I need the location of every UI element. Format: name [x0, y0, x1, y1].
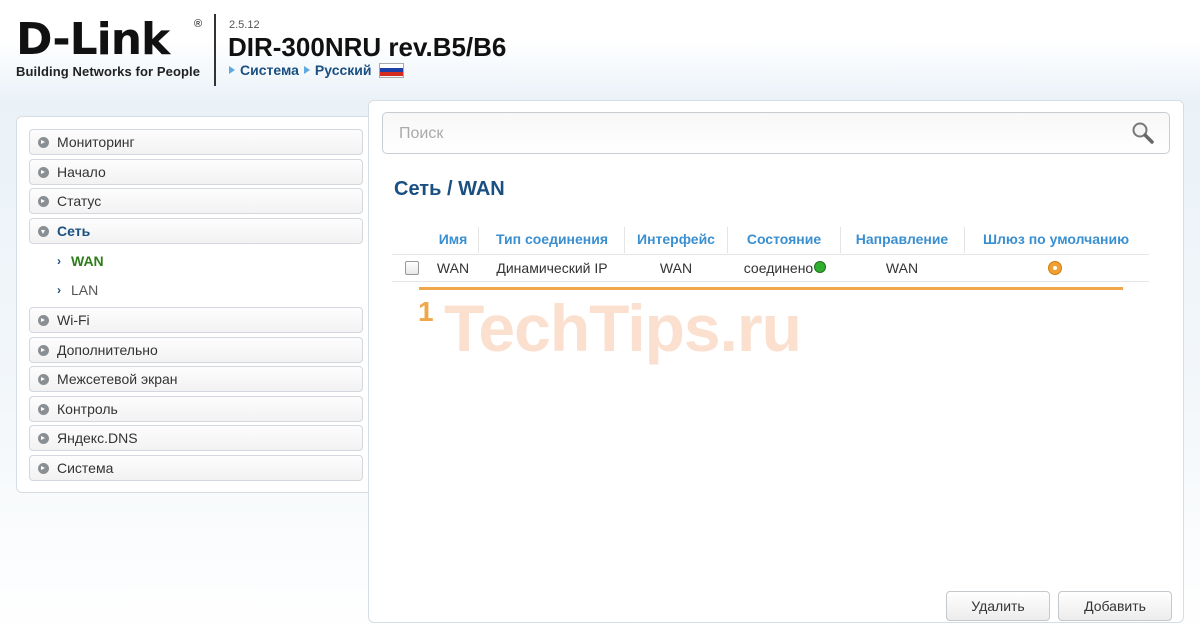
cell-state: соединено: [730, 255, 840, 281]
sidebar-item-label: Мониторинг: [57, 134, 135, 150]
cell-connection-type: Динамический IP: [496, 260, 608, 276]
registered-mark: ®: [194, 18, 203, 30]
sidebar-item-wifi[interactable]: Wi-Fi: [29, 307, 363, 333]
default-gateway-radio[interactable]: [1048, 261, 1062, 275]
sidebar-subitem-label: LAN: [71, 282, 99, 298]
sidebar-item-start[interactable]: Начало: [29, 159, 363, 185]
sidebar-item-network[interactable]: Сеть: [29, 218, 363, 244]
table-row[interactable]: WAN Динамический IP WAN соединено WAN: [392, 254, 1149, 282]
sidebar-item-firewall[interactable]: Межсетевой экран: [29, 366, 363, 392]
arrow-bullet-icon: [38, 136, 49, 148]
sidebar-item-label: Межсетевой экран: [57, 371, 178, 387]
logo-tagline: Building Networks for People: [16, 64, 201, 79]
chevron-right-icon: ›: [57, 254, 61, 268]
sidebar-item-label: Система: [57, 460, 114, 476]
breadcrumb-system[interactable]: Система: [240, 62, 299, 78]
device-model: DIR-300NRU rev.B5/B6: [228, 32, 507, 62]
russian-flag-icon[interactable]: [378, 62, 404, 78]
delete-button[interactable]: Удалить: [946, 591, 1050, 621]
search-box: [382, 112, 1170, 155]
watermark: TechTips.ru: [444, 291, 802, 365]
annotation-number: 1: [418, 296, 434, 327]
arrow-bullet-icon: [38, 195, 49, 207]
arrow-bullet-icon: [38, 373, 49, 385]
dlink-logo: D-Link ® Building Networks for People: [16, 14, 203, 80]
add-button[interactable]: Добавить: [1058, 591, 1172, 621]
sidebar-menu: Мониторинг Начало Статус Сеть › WAN › LAN …: [16, 116, 378, 493]
arrow-bullet-icon: [38, 432, 49, 444]
sidebar-item-monitoring[interactable]: Мониторинг: [29, 129, 363, 155]
table-header: Имя Тип соединения Интерфейс Состояние Н…: [392, 225, 1149, 253]
arrow-bullet-icon: [38, 462, 49, 474]
column-header-direction: Направление: [855, 231, 949, 247]
sidebar-item-label: Сеть: [57, 223, 91, 239]
column-divider: [478, 227, 479, 253]
sidebar-item-control[interactable]: Контроль: [29, 396, 363, 422]
breadcrumb-arrow-icon: [303, 66, 310, 74]
state-text: соединено: [743, 260, 814, 276]
arrow-bullet-icon: [38, 166, 49, 178]
sidebar-item-advanced[interactable]: Дополнительно: [29, 337, 363, 363]
search-icon[interactable]: [1131, 121, 1155, 150]
column-header-default-gateway: Шлюз по умолчанию: [982, 231, 1130, 247]
cell-name: WAN: [436, 260, 470, 276]
sidebar-subitem-label: WAN: [71, 253, 104, 269]
firmware-version: 2.5.12: [229, 19, 260, 31]
arrow-bullet-icon: [38, 403, 49, 415]
chevron-right-icon: ›: [57, 283, 61, 297]
sidebar-item-yandex-dns[interactable]: Яндекс.DNS: [29, 425, 363, 451]
page-title: Сеть / WAN: [394, 178, 505, 200]
column-divider: [840, 227, 841, 253]
cell-interface: WAN: [659, 260, 693, 276]
expanded-bullet-icon: [38, 225, 49, 237]
column-header-state: Состояние: [746, 231, 822, 247]
column-divider: [964, 227, 965, 253]
sidebar-item-label: Wi-Fi: [57, 312, 90, 328]
logo-text: D-Link: [16, 14, 170, 65]
sidebar-item-label: Контроль: [57, 401, 118, 417]
column-header-interface: Интерфейс: [637, 231, 715, 247]
column-header-name: Имя: [438, 231, 468, 247]
column-divider: [624, 227, 625, 253]
sidebar-item-label: Статус: [57, 193, 102, 209]
sidebar-item-label: Начало: [57, 164, 106, 180]
sidebar-item-status[interactable]: Статус: [29, 188, 363, 214]
breadcrumb-language[interactable]: Русский: [315, 62, 372, 78]
arrow-bullet-icon: [38, 344, 49, 356]
column-header-type: Тип соединения: [495, 231, 609, 247]
sidebar-subitem-wan[interactable]: › WAN: [57, 253, 104, 269]
sidebar-item-label: Яндекс.DNS: [57, 430, 138, 446]
row-checkbox[interactable]: [405, 261, 419, 275]
status-connected-icon: [814, 261, 827, 273]
sidebar-item-label: Дополнительно: [57, 342, 158, 358]
cell-direction: WAN: [885, 260, 919, 276]
search-input[interactable]: [383, 113, 1131, 155]
sidebar-subitem-lan[interactable]: › LAN: [57, 282, 98, 298]
breadcrumb-arrow-icon: [229, 66, 235, 74]
sidebar-item-system[interactable]: Система: [29, 455, 363, 481]
column-divider: [727, 227, 728, 253]
breadcrumb: Система Русский: [229, 62, 404, 78]
header-divider: [214, 14, 216, 86]
arrow-bullet-icon: [38, 314, 49, 326]
